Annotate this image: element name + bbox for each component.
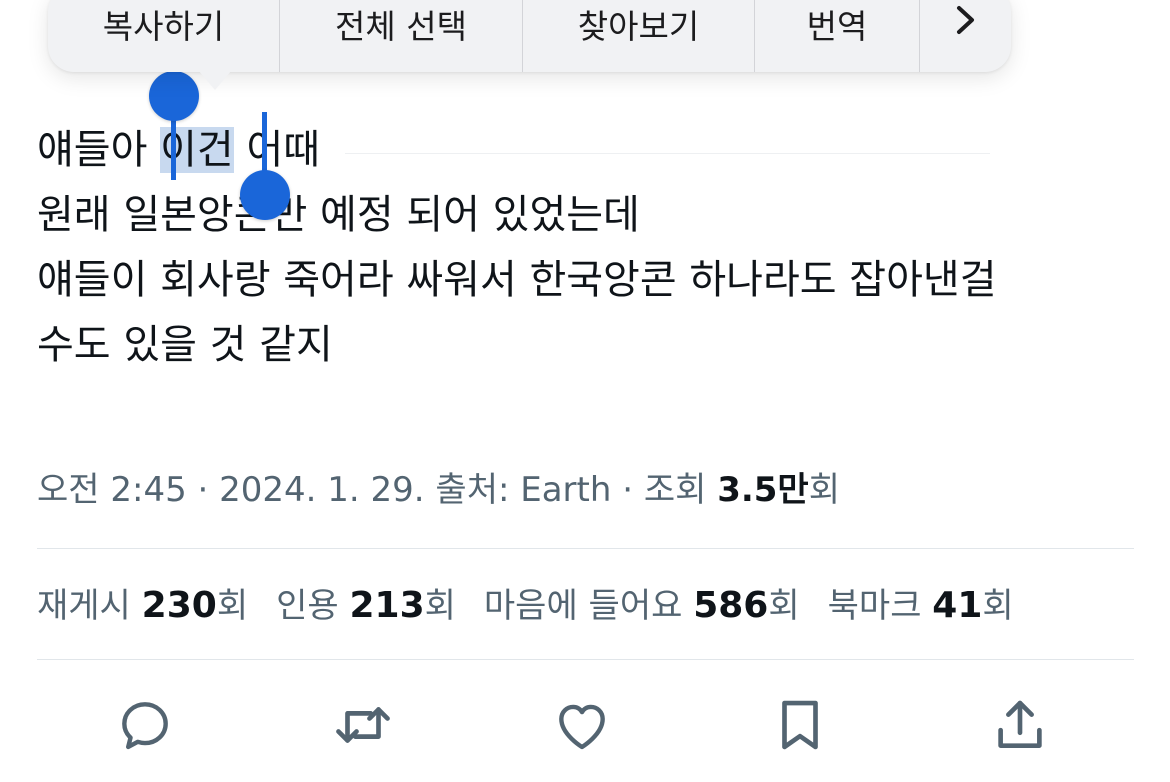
tweet-detail-screen: 복사하기 전체 선택 찾아보기 번역 얘들아 이건 어때 원래 일본앙콘만 예정… (0, 0, 1170, 782)
translate-label: 번역 (806, 7, 868, 46)
view-count: 3.5만 (717, 470, 809, 510)
tweet-line-3: 얘들이 회사랑 죽어라 싸워서 한국앙콘 하나라도 잡아낸걸 (37, 257, 997, 303)
meta-time-date-source: 오전 2:45 · 2024. 1. 29. 출처: Earth · 조회 (37, 470, 718, 510)
selection-start-handle[interactable] (149, 71, 199, 121)
divider-top (37, 548, 1134, 549)
quotes-count: 213 (349, 585, 425, 626)
like-button[interactable] (547, 690, 617, 760)
quotes-label: 인용 (276, 586, 350, 626)
divider-bottom (37, 659, 1134, 660)
bookmarks-label: 북마크 (827, 586, 933, 626)
like-icon (559, 704, 605, 750)
menu-pointer (198, 70, 232, 90)
tweet-action-bar (0, 690, 1170, 760)
share-button[interactable] (985, 690, 1055, 760)
reposts-count: 230 (141, 585, 217, 626)
view-unit: 회 (808, 470, 840, 510)
reposts-stat[interactable]: 재게시 230회 (37, 578, 248, 627)
tweet-line-4: 수도 있을 것 같지 (37, 322, 333, 368)
likes-unit: 회 (768, 586, 800, 626)
tweet-meta: 오전 2:45 · 2024. 1. 29. 출처: Earth · 조회 3.… (37, 462, 840, 511)
copy-label: 복사하기 (102, 7, 225, 46)
select-all-menu-item[interactable]: 전체 선택 (280, 0, 523, 72)
copy-menu-item[interactable]: 복사하기 (48, 0, 280, 72)
bookmarks-unit: 회 (982, 586, 1014, 626)
engagement-stats: 재게시 230회 인용 213회 마음에 들어요 586회 북마크 41회 (37, 578, 1042, 627)
likes-count: 586 (693, 585, 769, 626)
tweet-line-2: 원래 일본앙콘만 예정 되어 있었는데 (37, 192, 640, 238)
likes-label: 마음에 들어요 (483, 586, 694, 626)
tweet-text-before-selection: 얘들아 (37, 127, 161, 173)
likes-stat[interactable]: 마음에 들어요 586회 (484, 578, 800, 627)
reposts-unit: 회 (216, 586, 249, 626)
select-all-label: 전체 선택 (335, 7, 467, 46)
bookmark-icon (782, 700, 818, 750)
chevron-right-icon (953, 3, 979, 45)
reply-icon (122, 702, 168, 750)
reposts-label: 재게시 (37, 586, 142, 626)
tweet-line-1: 얘들아 이건 어때 (37, 118, 1137, 183)
more-menu-item[interactable] (920, 0, 1011, 72)
retweet-button[interactable] (328, 690, 398, 760)
share-icon (998, 700, 1042, 748)
quotes-unit: 회 (424, 586, 456, 626)
bookmark-button[interactable] (765, 690, 835, 760)
tweet-text-after-selection: 어때 (233, 127, 321, 173)
translate-menu-item[interactable]: 번역 (755, 0, 920, 72)
bookmarks-stat[interactable]: 북마크 41회 (828, 578, 1014, 627)
selection-start-bar (171, 112, 176, 180)
bookmarks-count: 41 (932, 585, 983, 626)
quotes-stat[interactable]: 인용 213회 (276, 578, 456, 627)
text-selection-menu: 복사하기 전체 선택 찾아보기 번역 (48, 0, 1011, 72)
look-up-label: 찾아보기 (577, 7, 700, 46)
tweet-body[interactable]: 얘들아 이건 어때 원래 일본앙콘만 예정 되어 있었는데 얘들이 회사랑 죽어… (37, 118, 1137, 378)
retweet-icon (336, 707, 390, 743)
selection-end-handle[interactable] (240, 170, 290, 220)
reply-button[interactable] (110, 690, 180, 760)
look-up-menu-item[interactable]: 찾아보기 (523, 0, 755, 72)
